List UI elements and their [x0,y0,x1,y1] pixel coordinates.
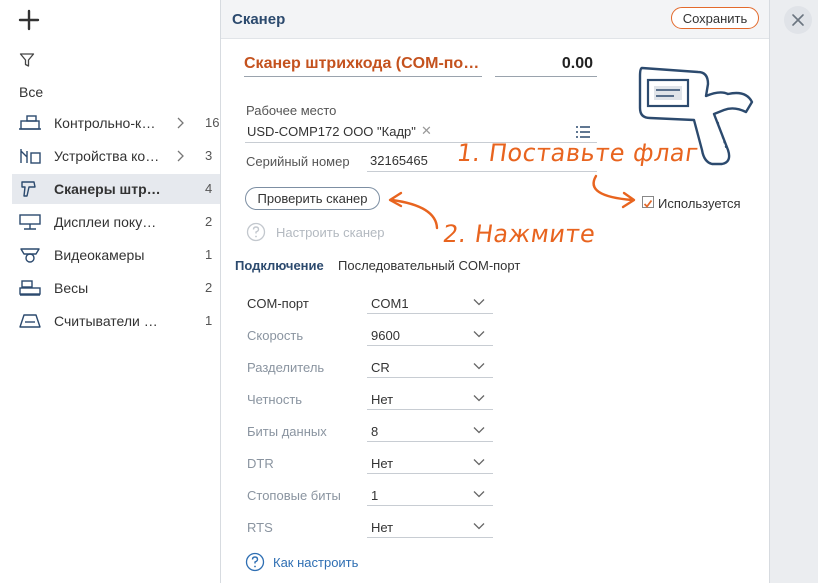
annotation-step-1: 1. Поставьте флаг [455,139,701,167]
device-name-field[interactable]: Сканер штрихкода (COM-порт) [244,55,482,77]
sidebar-item-count: 16 [205,115,220,130]
sidebar-item-barcode-scanners[interactable]: Сканеры штрихкода 4 [12,174,220,204]
param-value: CR [371,360,390,375]
param-select[interactable]: Нет [367,514,493,538]
sidebar-item-cash-registers[interactable]: Контрольно-кассовая техника 16 [12,108,220,138]
add-icon[interactable] [18,9,40,31]
sidebar-item-company-devices[interactable]: Устройства компании 3 [12,141,220,171]
workplace-value: USD-COMP172 ООО "Кадр" [247,124,416,139]
chevron-right-icon[interactable] [175,117,185,129]
used-label: Используется [658,196,741,211]
sidebar-item-scales[interactable]: Весы 2 [12,273,220,303]
chevron-down-icon [473,363,485,370]
workplace-caption: Рабочее место [246,103,337,118]
param-select[interactable]: COM1 [367,290,493,314]
param-label: RTS [247,520,273,535]
param-select[interactable]: Нет [367,450,493,474]
param-label: Четность [247,392,303,407]
help-icon [245,552,265,572]
sidebar-item-count: 3 [205,148,213,163]
param-label: Скорость [247,328,304,343]
how-to-configure-label: Как настроить [273,555,359,570]
sidebar-item-label: Дисплеи покупателя [54,214,162,230]
sidebar-item-customer-displays[interactable]: Дисплеи покупателя 2 [12,207,220,237]
param-value: Нет [371,520,394,535]
param-select[interactable]: 8 [367,418,493,442]
serial-label: Серийный номер [246,154,350,169]
sidebar-item-video-cameras[interactable]: Видеокамеры 1 [12,240,220,270]
param-select[interactable]: 9600 [367,322,493,346]
sidebar-item-label: Считыватели карт [54,313,162,329]
param-select[interactable]: 1 [367,482,493,506]
param-row-com-port: COM-порт COM1 [247,290,493,316]
scales-icon [19,280,41,296]
param-row-separator: Разделитель CR [247,354,493,380]
sidebar-item-label: Видеокамеры [54,247,145,263]
close-button[interactable] [784,6,812,34]
param-row-rts: RTS Нет [247,514,493,540]
close-icon [792,14,804,26]
param-value: 8 [371,424,379,439]
param-label: Разделитель [247,360,325,375]
param-label: COM-порт [247,296,309,311]
cash-register-icon [19,115,41,130]
connection-label: Подключение [235,258,324,273]
chevron-down-icon [473,427,485,434]
sidebar-item-count: 2 [205,280,213,295]
param-row-parity: Четность Нет [247,386,493,412]
chevron-down-icon [473,299,485,306]
sidebar-item-label: Сканеры штрихкода [54,181,162,197]
chevron-down-icon [473,491,485,498]
param-row-speed: Скорость 9600 [247,322,493,348]
param-select[interactable]: CR [367,354,493,378]
chevron-down-icon [473,395,485,402]
card-reader-icon [19,314,41,328]
devices-icon [20,149,41,164]
sidebar-item-count: 2 [205,214,213,229]
sidebar-item-count: 1 [205,247,213,262]
param-row-dtr: DTR Нет [247,450,493,476]
param-value: 1 [371,488,379,503]
param-label: Биты данных [247,424,327,439]
used-checkbox[interactable] [642,196,654,208]
param-value: Нет [371,392,394,407]
page-title: Сканер [232,11,286,28]
param-value: Нет [371,456,394,471]
annotation-step-2: 2. Нажмите [441,220,598,248]
param-label: Стоповые биты [247,488,341,503]
sidebar-item-label: Весы [54,280,89,296]
sidebar-item-label: Контрольно-кассовая техника [54,115,162,131]
chevron-right-icon[interactable] [175,150,185,162]
video-camera-icon [20,248,40,263]
clear-icon[interactable]: ✕ [421,123,432,139]
save-button[interactable]: Сохранить [671,7,759,29]
check-scanner-button[interactable]: Проверить сканер [245,187,380,210]
param-value: 9600 [371,328,400,343]
param-select[interactable]: Нет [367,386,493,410]
chevron-down-icon [473,331,485,338]
chevron-down-icon [473,459,485,466]
configure-scanner-label: Настроить сканер [276,225,385,240]
barcode-scanner-icon [21,181,36,197]
all-filter-label[interactable]: Все [19,84,43,100]
checkmark-icon [643,199,653,208]
param-label: DTR [247,456,274,471]
list-icon[interactable] [575,125,591,139]
param-value: COM1 [371,296,409,311]
param-row-stop-bits: Стоповые биты 1 [247,482,493,508]
sidebar-item-card-readers[interactable]: Считыватели карт 1 [12,306,220,336]
chevron-down-icon [473,523,485,530]
connection-value: Последовательный COM-порт [338,258,521,273]
scanner-edit-panel: Сканер Сохранить Сканер штрихкода (COM-п… [220,0,770,583]
amount-field[interactable]: 0.00 [495,55,597,77]
customer-display-icon [19,214,41,230]
filter-icon[interactable] [19,52,35,68]
help-icon [246,222,266,242]
sidebar-item-count: 1 [205,313,213,328]
sidebar: Все Контрольно-кассовая техника 16 Устро… [0,0,220,583]
sidebar-item-count: 4 [205,181,213,196]
sidebar-item-label: Устройства компании [54,148,162,164]
param-row-data-bits: Биты данных 8 [247,418,493,444]
panel-header: Сканер Сохранить [221,0,769,39]
